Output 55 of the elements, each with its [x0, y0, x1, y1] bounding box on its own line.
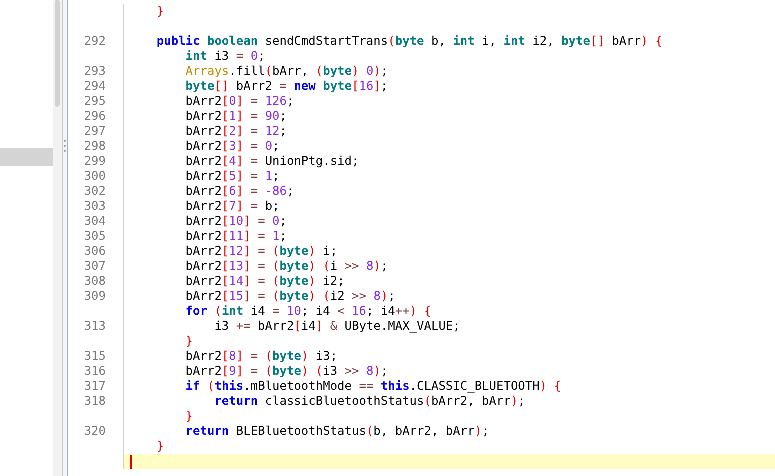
code-line: return classicBluetoothStatus(bArr2, bArr);	[214, 394, 526, 409]
code-line: bArr2[2] = 12;	[184, 124, 287, 139]
line-number: 303	[84, 199, 106, 214]
code-line: int i3 = 0;	[184, 49, 266, 64]
line-number: 302	[84, 184, 106, 199]
code-line: }	[156, 4, 164, 19]
code-line: byte[] bArr2 = new byte[16];	[184, 79, 388, 94]
line-number: 320	[84, 424, 106, 439]
line-number: 297	[84, 124, 106, 139]
line-number: 316	[84, 364, 106, 379]
code-line: bArr2[9] = (byte) (i3 >> 8);	[184, 364, 388, 379]
line-number: 295	[84, 94, 106, 109]
code-line: bArr2[4] = UnionPtg.sid;	[184, 154, 360, 169]
code-line: for (int i4 = 10; i4 < 16; i4++) {	[184, 304, 432, 319]
line-number: 305	[84, 229, 106, 244]
line-number: 300	[84, 169, 106, 184]
selected-row-highlight[interactable]	[0, 148, 53, 166]
line-number: 317	[84, 379, 106, 394]
line-number: 304	[84, 214, 106, 229]
code-line: public boolean sendCmdStartTrans(byte b, int i, int i2, byte[] bArr) {	[156, 34, 663, 49]
line-number: 293	[84, 64, 106, 79]
code-line: }	[156, 439, 164, 454]
line-number: 313	[84, 319, 106, 334]
line-number: 296	[84, 109, 106, 124]
line-number: 308	[84, 274, 106, 289]
text-caret	[130, 454, 132, 468]
code-line: bArr2[15] = (byte) (i2 >> 8);	[184, 289, 396, 304]
code-line: if (this.mBluetoothMode == this.CLASSIC_BLUETOOTH) {	[184, 379, 562, 394]
scrollbar[interactable]	[53, 0, 62, 476]
line-number: 309	[84, 289, 106, 304]
code-line: bArr2[8] = (byte) i3;	[184, 349, 338, 364]
code-line: bArr2[12] = (byte) i;	[184, 244, 338, 259]
line-number: 318	[84, 394, 106, 409]
line-number: 294	[84, 79, 106, 94]
code-line: bArr2[1] = 90;	[184, 109, 287, 124]
code-line: bArr2[5] = 1;	[184, 169, 280, 184]
code-line: return BLEBluetoothStatus(b, bArr2, bArr);	[184, 424, 490, 439]
code-line: i3 += bArr2[i4] & UByte.MAX_VALUE;	[214, 319, 460, 334]
code-line: bArr2[6] = -86;	[184, 184, 294, 199]
line-number: 315	[84, 349, 106, 364]
code-line: bArr2[7] = b;	[184, 199, 280, 214]
code-line: bArr2[3] = 0;	[184, 139, 280, 154]
code-line: bArr2[0] = 126;	[184, 94, 294, 109]
line-number: 299	[84, 154, 106, 169]
code-line: bArr2[11] = 1;	[184, 229, 287, 244]
line-number: 292	[84, 34, 106, 49]
code-line: bArr2[14] = (byte) i2;	[184, 274, 345, 289]
code-line: Arrays.fill(bArr, (byte) 0);	[184, 64, 388, 79]
line-number: 307	[84, 259, 106, 274]
code-line: }	[184, 334, 194, 349]
code-line: bArr2[13] = (byte) (i >> 8);	[184, 259, 388, 274]
line-number: 306	[84, 244, 106, 259]
code-line: bArr2[10] = 0;	[184, 214, 287, 229]
line-number: 298	[84, 139, 106, 154]
code-line: }	[184, 409, 194, 424]
